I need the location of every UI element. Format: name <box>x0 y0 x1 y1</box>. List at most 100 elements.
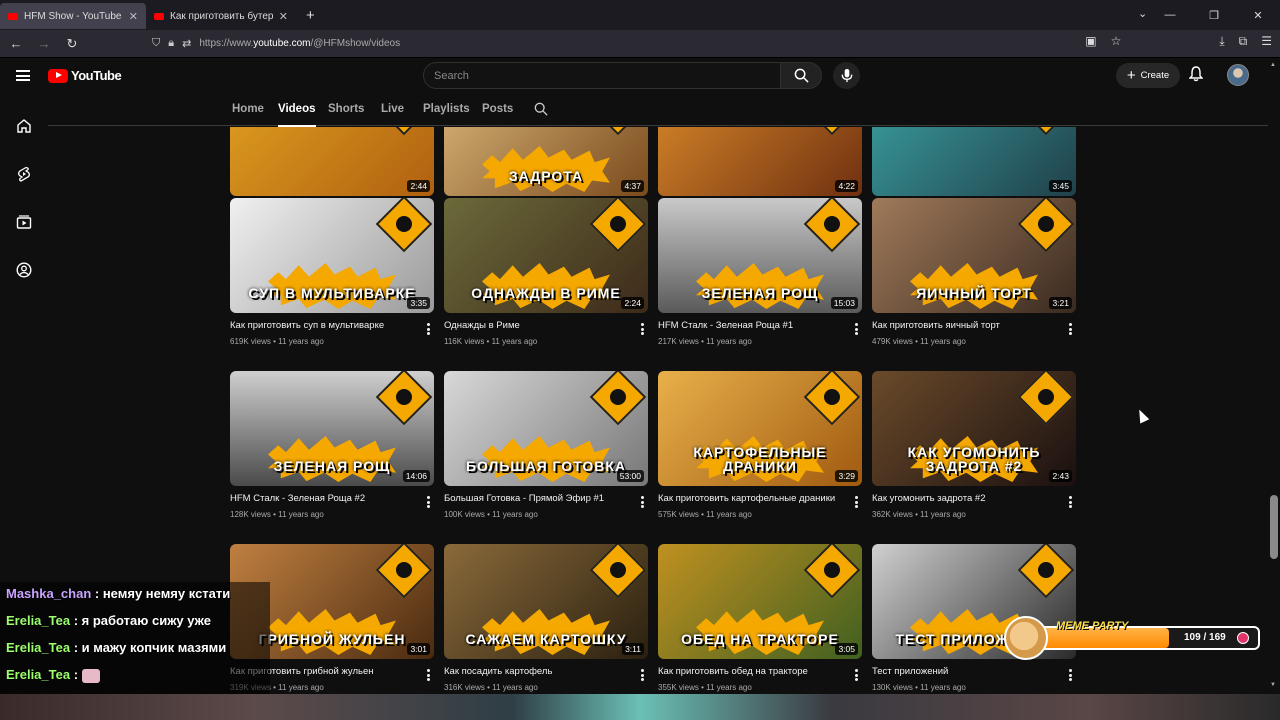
shorts-icon[interactable] <box>16 166 32 182</box>
subscriptions-icon[interactable] <box>16 214 32 230</box>
download-icon[interactable]: ⤓ <box>1219 34 1224 49</box>
video-card[interactable]: САЖАЕМ КАРТОШКУ 3:11 Как посадить картофел… <box>444 544 648 692</box>
video-thumbnail[interactable]: ОДНАЖДЫ В РИМЕ 2:24 <box>444 198 648 313</box>
video-thumbnail[interactable]: СУП В МУЛЬТИВАРКЕ 3:35 <box>230 198 434 313</box>
voice-search-button[interactable] <box>833 62 860 89</box>
more-actions-icon[interactable] <box>641 496 644 510</box>
hamburger-menu-icon[interactable] <box>16 70 30 81</box>
minimize-icon[interactable]: — <box>1148 9 1192 21</box>
view-count: 619K views <box>230 337 271 346</box>
video-thumbnail[interactable]: ОБЕД НА ТРАКТОРЕ 3:05 <box>658 544 862 659</box>
more-actions-icon[interactable] <box>641 323 644 337</box>
more-actions-icon[interactable] <box>427 323 430 337</box>
reload-icon[interactable]: ↻ <box>60 36 84 52</box>
back-icon[interactable]: ← <box>4 36 28 51</box>
video-thumbnail[interactable]: 4:22 <box>658 127 862 196</box>
tab-home[interactable]: Home <box>232 103 264 115</box>
more-actions-icon[interactable] <box>427 669 430 683</box>
video-card[interactable]: ОДНАЖДЫ В РИМЕ 2:24 Однажды в Риме 116K vie… <box>444 198 648 346</box>
close-icon[interactable]: ✕ <box>279 10 288 23</box>
video-title[interactable]: Как приготовить картофельные драники <box>658 493 862 504</box>
video-title[interactable]: Как приготовить яичный торт <box>872 320 1076 331</box>
close-window-icon[interactable]: ✕ <box>1236 9 1280 22</box>
you-profile-icon[interactable] <box>16 262 32 278</box>
more-actions-icon[interactable] <box>641 669 644 683</box>
more-actions-icon[interactable] <box>1069 669 1072 683</box>
lock-icon[interactable]: 🔒︎ <box>168 37 174 50</box>
close-icon[interactable]: ✕ <box>129 10 138 23</box>
video-title[interactable]: Большая Готовка - Прямой Эфир #1 <box>444 493 648 504</box>
tab-shorts[interactable]: Shorts <box>328 103 364 115</box>
page-scrollbar[interactable]: ▲ ▼ <box>1268 58 1280 694</box>
create-button[interactable]: + Create <box>1116 63 1180 88</box>
menu-icon[interactable]: ☰ <box>1261 34 1272 49</box>
more-actions-icon[interactable] <box>1069 323 1072 337</box>
picture-icon[interactable]: ▣ <box>1085 34 1096 49</box>
video-thumbnail[interactable]: БОЛЬШАЯ ГОТОВКА 53:00 <box>444 371 648 486</box>
video-card[interactable]: ОБЕД НА ТРАКТОРЕ 3:05 Как приготовить обед… <box>658 544 862 692</box>
video-thumbnail[interactable]: КАРТОФЕЛЬНЫЕ ДРАНИКИ 3:29 <box>658 371 862 486</box>
video-title[interactable]: Однажды в Риме <box>444 320 648 331</box>
search-input[interactable] <box>434 69 780 82</box>
scrollbar-thumb[interactable] <box>1270 495 1278 559</box>
url-text: https://www.youtube.com/@HFMshow/videos <box>199 37 401 49</box>
extensions-icon[interactable]: ⧉ <box>1239 34 1248 49</box>
video-thumbnail[interactable]: САЖАЕМ КАРТОШКУ 3:11 <box>444 544 648 659</box>
youtube-logo[interactable]: YouTube <box>48 68 122 83</box>
address-bar[interactable]: ⛉ 🔒︎ ⇄ https://www.youtube.com/@HFMshow/… <box>152 33 1128 53</box>
forward-icon[interactable]: → <box>32 36 56 51</box>
video-card[interactable]: ТЕСТ ПРИЛОЖЕНИЙ Тест приложений 130K views… <box>872 544 1076 692</box>
browser-tab[interactable]: Как приготовить бутерброд - Y ✕ <box>146 3 296 29</box>
video-card[interactable]: ЗЕЛЕНАЯ РОЩ 14:06 HFM Сталк - Зеленая Роща… <box>230 371 434 519</box>
more-actions-icon[interactable] <box>855 323 858 337</box>
video-title[interactable]: Как приготовить суп в мультиварке <box>230 320 434 331</box>
search-button[interactable] <box>780 62 822 89</box>
video-card[interactable]: СУП В МУЛЬТИВАРКЕ 3:35 Как приготовить суп… <box>230 198 434 346</box>
tab-live[interactable]: Live <box>381 103 404 115</box>
tab-videos[interactable]: Videos <box>278 103 316 127</box>
upload-age: 11 years ago <box>278 337 324 346</box>
video-thumbnail[interactable]: ЗАДРОТА 4:37 <box>444 127 648 196</box>
video-title[interactable]: Как посадить картофель <box>444 666 648 677</box>
thumbnail-caption: ЯИЧНЫЙ ТОРТ <box>916 285 1032 302</box>
video-title[interactable]: Тест приложений <box>872 666 1076 677</box>
notifications-bell-icon[interactable] <box>1189 66 1203 82</box>
more-actions-icon[interactable] <box>855 496 858 510</box>
video-thumbnail[interactable]: ЗЕЛЕНАЯ РОЩ 15:03 <box>658 198 862 313</box>
tab-posts[interactable]: Posts <box>482 103 513 115</box>
maximize-icon[interactable]: ❐ <box>1192 9 1236 22</box>
video-card[interactable]: ЯИЧНЫЙ ТОРТ 3:21 Как приготовить яичный то… <box>872 198 1076 346</box>
video-card[interactable]: БОЛЬШАЯ ГОТОВКА 53:00 Большая Готовка - Пр… <box>444 371 648 519</box>
list-tabs-icon[interactable]: ⌄ <box>1138 7 1147 20</box>
tab-playlists[interactable]: Playlists <box>423 103 470 115</box>
video-card[interactable]: КАРТОФЕЛЬНЫЕ ДРАНИКИ 3:29 Как приготовить … <box>658 371 862 519</box>
meme-party-count: 109 / 169 <box>1184 632 1226 643</box>
scroll-down-icon[interactable]: ▼ <box>1270 682 1276 688</box>
avatar[interactable] <box>1227 64 1249 86</box>
search-box <box>423 62 781 89</box>
video-title[interactable]: HFM Сталк - Зеленая Роща #2 <box>230 493 434 504</box>
permissions-icon[interactable]: ⇄ <box>182 37 191 50</box>
scroll-up-icon[interactable]: ▲ <box>1270 62 1276 68</box>
video-card[interactable]: ЗЕЛЕНАЯ РОЩ 15:03 HFM Сталк - Зеленая Роща… <box>658 198 862 346</box>
video-thumbnail[interactable]: ЯИЧНЫЙ ТОРТ 3:21 <box>872 198 1076 313</box>
more-actions-icon[interactable] <box>855 669 858 683</box>
video-title[interactable]: Как приготовить обед на тракторе <box>658 666 862 677</box>
view-count: 362K views <box>872 510 913 519</box>
browser-tab-active[interactable]: HFM Show - YouTube ✕ <box>0 3 146 29</box>
video-title[interactable]: Как угомонить задрота #2 <box>872 493 1076 504</box>
shield-icon[interactable]: ⛉ <box>152 37 160 50</box>
home-icon[interactable] <box>16 118 32 134</box>
channel-search-icon[interactable] <box>534 102 548 116</box>
video-thumbnail[interactable]: КАК УГОМОНИТЬ ЗАДРОТА #2 2:43 <box>872 371 1076 486</box>
video-thumbnail[interactable]: ЗЕЛЕНАЯ РОЩ 14:06 <box>230 371 434 486</box>
upload-age: 11 years ago <box>706 683 752 692</box>
video-card[interactable]: КАК УГОМОНИТЬ ЗАДРОТА #2 2:43 Как угомонит… <box>872 371 1076 519</box>
bookmark-star-icon[interactable]: ☆ <box>1111 34 1122 49</box>
video-thumbnail[interactable]: 3:45 <box>872 127 1076 196</box>
video-title[interactable]: HFM Сталк - Зеленая Роща #1 <box>658 320 862 331</box>
video-thumbnail[interactable]: 2:44 <box>230 127 434 196</box>
more-actions-icon[interactable] <box>427 496 430 510</box>
more-actions-icon[interactable] <box>1069 496 1072 510</box>
new-tab-icon[interactable]: + <box>306 7 315 24</box>
